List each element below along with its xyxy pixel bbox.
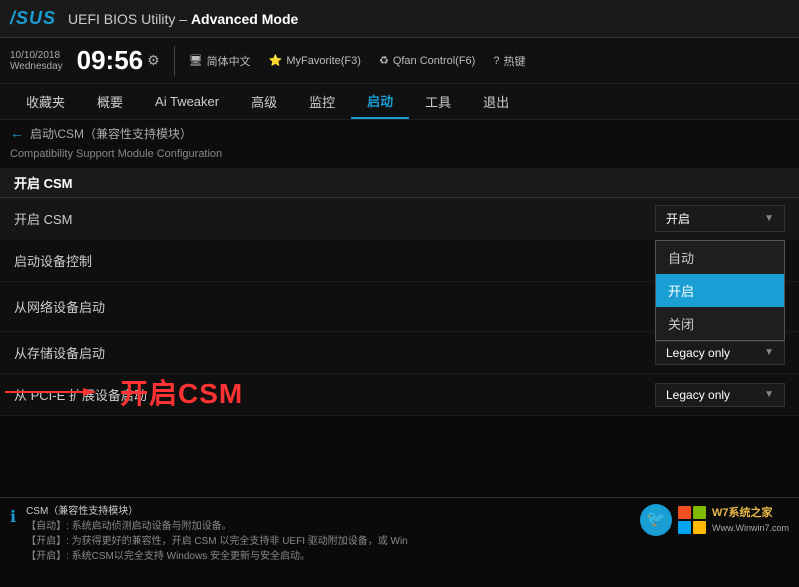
setting-row-csm: 开启 CSM 开启 ▼ 自动 开启 关闭: [0, 198, 799, 240]
star-icon: ⭐: [269, 54, 283, 67]
csm-label: 开启 CSM: [14, 209, 655, 228]
annotation-arrow-svg: [5, 380, 105, 404]
storage-boot-value[interactable]: Legacy only ▼: [655, 341, 785, 365]
dropdown-open[interactable]: 开启: [656, 274, 784, 307]
toolbar-items: 🖥 简体中文 ⭐ MyFavorite(F3) ♻ Qfan Control(F…: [189, 53, 526, 69]
breadcrumb-path: 启动\CSM（兼容性支持模块）: [30, 125, 192, 142]
dropdown-close[interactable]: 关闭: [656, 307, 784, 340]
pcie-dropdown-arrow: ▼: [764, 389, 774, 400]
qfan-label: Qfan Control(F6): [393, 55, 476, 67]
info-text: CSM（兼容性支持模块） 【自动】: 系统启动侦测启动设备与附加设备。 【开启】…: [26, 504, 630, 564]
page-subtitle: Compatibility Support Module Configurati…: [0, 146, 799, 168]
question-icon: ?: [493, 55, 499, 67]
date-line1: 10/10/2018: [10, 50, 63, 61]
bottom-panel: ℹ CSM（兼容性支持模块） 【自动】: 系统启动侦测启动设备与附加设备。 【开…: [0, 497, 799, 587]
watermark-url: Www.Winwin7.com: [712, 522, 789, 536]
time-block: 09:56 ⚙: [77, 45, 160, 76]
date-block: 10/10/2018 Wednesday: [10, 50, 63, 72]
watermark-text-block: W7系统之家 Www.Winwin7.com: [712, 505, 789, 535]
pcie-boot-value[interactable]: Legacy only ▼: [655, 383, 785, 407]
annotation-area: 开启CSM: [120, 372, 243, 412]
pcie-boot-label: 从 PCI-E 扩展设备启动: [14, 385, 655, 404]
csm-current-value: 开启: [666, 210, 690, 227]
pcie-boot-current: Legacy only: [666, 388, 730, 402]
nav-exit[interactable]: 退出: [467, 84, 525, 119]
qfan-button[interactable]: ♻ Qfan Control(F6): [379, 54, 475, 67]
info-title: CSM（兼容性支持模块）: [26, 506, 138, 517]
breadcrumb: ← 启动\CSM（兼容性支持模块）: [0, 120, 799, 146]
nav-boot[interactable]: 启动: [351, 84, 409, 119]
favorite-label: MyFavorite(F3): [286, 55, 361, 67]
section-header: 开启 CSM: [0, 168, 799, 198]
favorite-button[interactable]: ⭐ MyFavorite(F3): [269, 54, 361, 67]
nav-overview[interactable]: 概要: [81, 84, 139, 119]
dropdown-auto[interactable]: 自动: [656, 241, 784, 274]
section-title: 开启 CSM: [14, 173, 73, 192]
main-content: 开启 CSM 开启 CSM 开启 ▼ 自动 开启 关闭 启动设备控制 从网络设备…: [0, 168, 799, 497]
storage-dropdown-arrow: ▼: [764, 347, 774, 358]
csm-dropdown: 自动 开启 关闭: [655, 240, 785, 341]
windows-logo-icon: [678, 506, 706, 534]
info-line1: 【自动】: 系统启动侦测启动设备与附加设备。: [26, 521, 232, 532]
storage-boot-current: Legacy only: [666, 346, 730, 360]
storage-boot-label: 从存储设备启动: [14, 343, 655, 362]
separator: [174, 46, 175, 76]
help-button[interactable]: ? 热键: [493, 53, 525, 69]
info-icon: ℹ: [10, 506, 16, 530]
nav-favorites[interactable]: 收藏夹: [10, 84, 81, 119]
settings-container: 开启 CSM 开启 ▼ 自动 开启 关闭 启动设备控制 从网络设备启动 开启CS…: [0, 198, 799, 416]
nav-monitor[interactable]: 监控: [293, 84, 351, 119]
watermark-site: W7系统之家: [712, 505, 789, 522]
monitor-icon: 🖥: [189, 54, 203, 67]
annotation-label: 开启CSM: [120, 372, 243, 412]
twitter-bird-icon: 🐦: [640, 504, 672, 536]
info-line3: 【开启】: 系统CSM以完全支持 Windows 安全更新与安全启动。: [26, 551, 310, 562]
info-line2: 【开启】: 为获得更好的兼容性，开启 CSM 以完全支持非 UEFI 驱动附加设…: [26, 536, 408, 547]
time-display: 09:56: [77, 45, 144, 76]
fan-icon: ♻: [379, 54, 389, 67]
date-line2: Wednesday: [10, 61, 63, 72]
csm-dropdown-arrow: ▼: [764, 213, 774, 224]
watermark-logos: 🐦 W7系统之家 Www.Winwin7.com: [640, 504, 789, 536]
language-label: 简体中文: [207, 53, 251, 69]
nav-ai-tweaker[interactable]: Ai Tweaker: [139, 84, 235, 119]
asus-logo: /SUS: [10, 8, 56, 29]
language-selector[interactable]: 🖥 简体中文: [189, 53, 251, 69]
csm-value[interactable]: 开启 ▼: [655, 205, 785, 232]
gear-icon[interactable]: ⚙: [147, 52, 160, 69]
main-nav: 收藏夹 概要 Ai Tweaker 高级 监控 启动 工具 退出: [0, 84, 799, 120]
datetime-bar: 10/10/2018 Wednesday 09:56 ⚙ 🖥 简体中文 ⭐ My…: [0, 38, 799, 84]
watermark-area: 🐦 W7系统之家 Www.Winwin7.com: [640, 504, 789, 536]
header-bar: /SUS UEFI BIOS Utility – Advanced Mode: [0, 0, 799, 38]
bios-title: UEFI BIOS Utility – Advanced Mode: [68, 11, 789, 27]
back-arrow[interactable]: ←: [10, 125, 24, 141]
nav-advanced[interactable]: 高级: [235, 84, 293, 119]
nav-tools[interactable]: 工具: [409, 84, 467, 119]
help-label: 热键: [503, 53, 525, 69]
